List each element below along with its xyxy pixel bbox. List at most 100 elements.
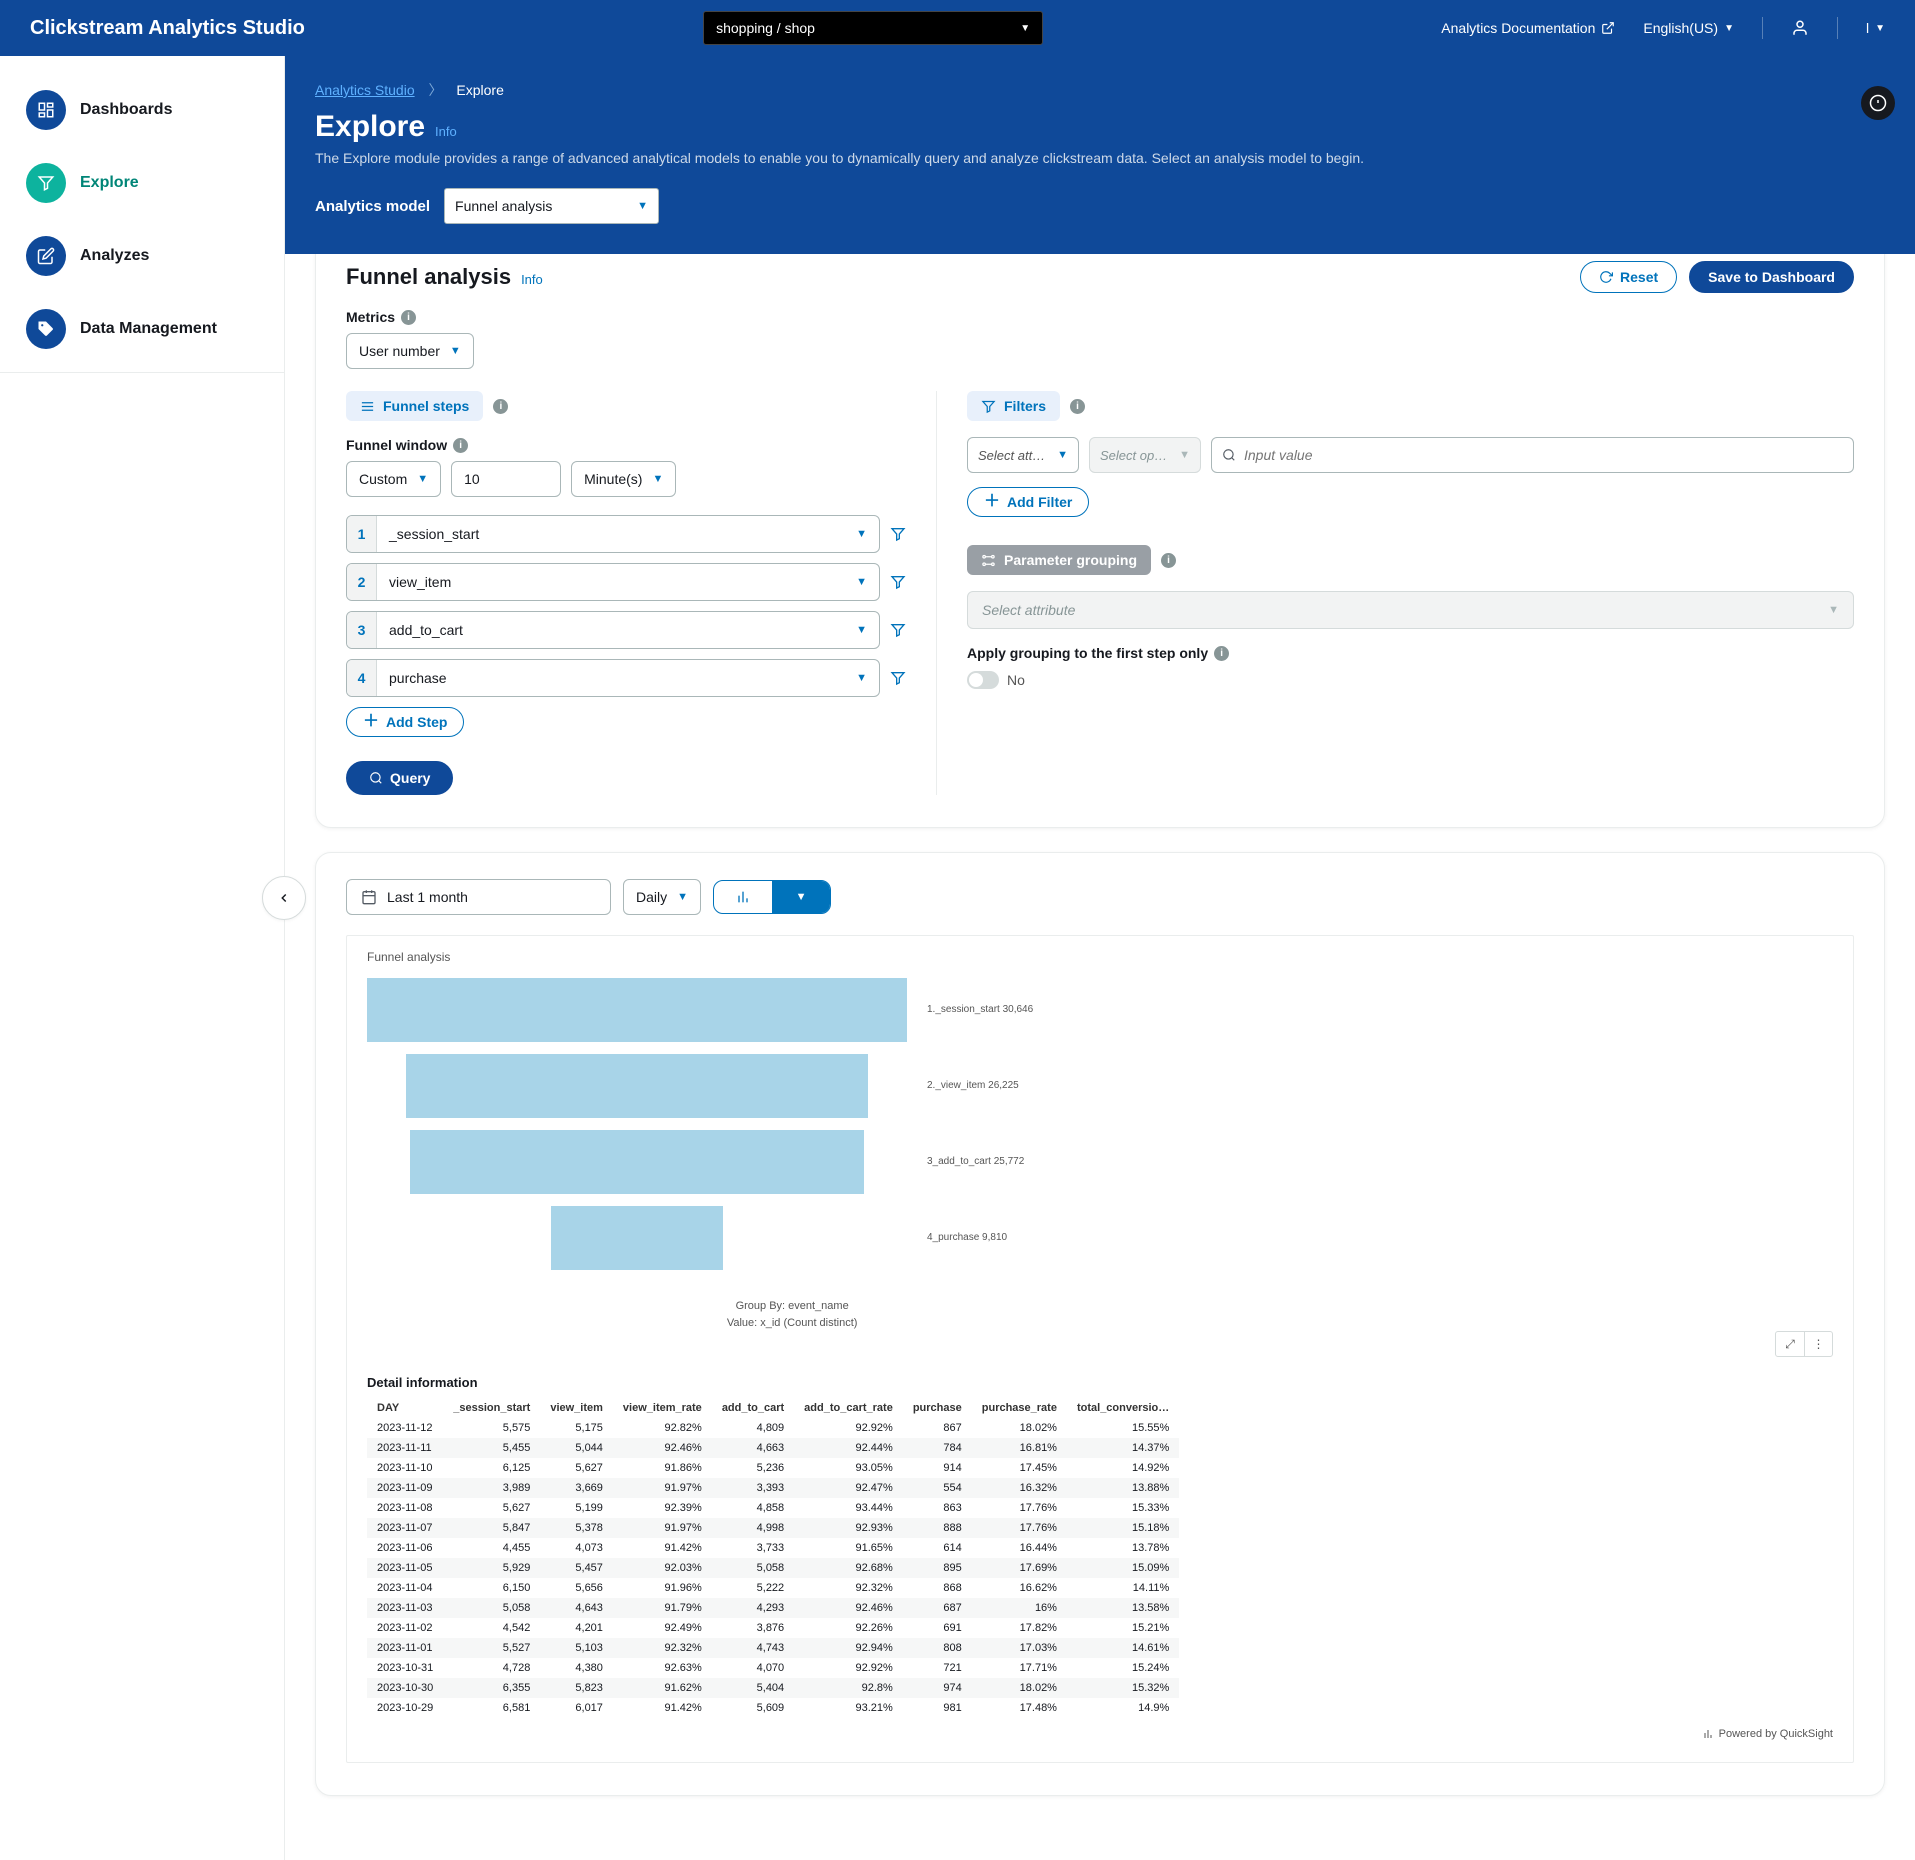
chevron-down-icon: ▼ bbox=[1724, 23, 1734, 34]
sidebar-item-data-management[interactable]: Data Management bbox=[0, 293, 284, 366]
group-first-toggle[interactable]: No bbox=[967, 671, 1854, 689]
funnel-step-select[interactable]: 2 view_item▼ bbox=[346, 563, 880, 601]
sidebar: Dashboards Explore Analyzes Data Managem… bbox=[0, 56, 285, 1860]
table-row: 2023-11-055,9295,45792.03%5,05892.68%895… bbox=[367, 1558, 1179, 1578]
add-filter-button[interactable]: ＋ Add Filter bbox=[967, 487, 1089, 517]
add-step-button[interactable]: ＋ Add Step bbox=[346, 707, 464, 737]
info-icon[interactable]: i bbox=[453, 438, 468, 453]
chevron-down-icon: ▼ bbox=[417, 473, 428, 485]
chart-container: Funnel analysis 1._session_start 30,646 2… bbox=[346, 935, 1854, 1763]
step-number: 3 bbox=[347, 612, 377, 648]
funnel-step-select[interactable]: 1 _session_start▼ bbox=[346, 515, 880, 553]
save-to-dashboard-button[interactable]: Save to Dashboard bbox=[1689, 261, 1854, 293]
table-row: 2023-10-314,7284,38092.63%4,07092.92%721… bbox=[367, 1658, 1179, 1678]
chart-title: Funnel analysis bbox=[367, 950, 1833, 964]
date-range-picker[interactable]: Last 1 month bbox=[346, 879, 611, 915]
step-value: _session_start bbox=[389, 526, 479, 542]
docs-link[interactable]: Analytics Documentation bbox=[1441, 20, 1615, 36]
table-row: 2023-11-125,5755,17592.82%4,80992.92%867… bbox=[367, 1418, 1179, 1438]
filter-icon[interactable] bbox=[890, 526, 906, 542]
analytics-model-select[interactable]: Funnel analysis ▼ bbox=[444, 188, 659, 224]
help-button[interactable] bbox=[1861, 86, 1895, 120]
filter-icon[interactable] bbox=[890, 622, 906, 638]
table-row: 2023-11-093,9893,66991.97%3,39392.47%554… bbox=[367, 1478, 1179, 1498]
topbar: Clickstream Analytics Studio shopping / … bbox=[0, 0, 1915, 56]
project-selector[interactable]: shopping / shop ▼ bbox=[703, 11, 1043, 45]
funnel-step-select[interactable]: 3 add_to_cart▼ bbox=[346, 611, 880, 649]
table-header: add_to_cart_rate bbox=[794, 1398, 903, 1418]
page-header: Analytics Studio 〉 Explore Explore Info … bbox=[285, 56, 1915, 254]
table-row: 2023-10-296,5816,01791.42%5,60993.21%981… bbox=[367, 1698, 1179, 1718]
project-selector-value: shopping / shop bbox=[716, 20, 815, 36]
funnel-steps-chip: Funnel steps bbox=[346, 391, 483, 421]
breadcrumb-current: Explore bbox=[456, 82, 503, 98]
user-icon[interactable] bbox=[1791, 19, 1809, 37]
detail-table: DAY_session_startview_itemview_item_rate… bbox=[367, 1398, 1179, 1718]
chart-menu-button[interactable]: ⋮ bbox=[1804, 1332, 1832, 1356]
chart-type-dropdown[interactable]: ▼ bbox=[772, 881, 830, 913]
funnel-step-row: 3 add_to_cart▼ bbox=[346, 611, 906, 649]
table-header: purchase_rate bbox=[972, 1398, 1067, 1418]
step-number: 2 bbox=[347, 564, 377, 600]
info-icon[interactable]: i bbox=[493, 399, 508, 414]
parameter-grouping-chip: Parameter grouping bbox=[967, 545, 1151, 575]
funnel-bar bbox=[367, 978, 907, 1042]
funnel-bar bbox=[551, 1206, 724, 1270]
parameter-attribute-select[interactable]: Select attribute ▼ bbox=[967, 591, 1854, 629]
info-icon[interactable]: i bbox=[401, 310, 416, 325]
funnel-bar bbox=[410, 1130, 864, 1194]
language-selector[interactable]: English(US) ▼ bbox=[1643, 20, 1734, 36]
chart-type-bar[interactable] bbox=[714, 881, 772, 913]
funnel-bar bbox=[406, 1054, 868, 1118]
step-value: view_item bbox=[389, 574, 451, 590]
table-row: 2023-10-306,3555,82391.62%5,40492.8%9741… bbox=[367, 1678, 1179, 1698]
metrics-select[interactable]: User number ▼ bbox=[346, 333, 474, 369]
granularity-select[interactable]: Daily ▼ bbox=[623, 879, 701, 915]
collapse-sidebar-button[interactable] bbox=[262, 876, 306, 920]
filter-value-input[interactable] bbox=[1211, 437, 1854, 473]
query-button[interactable]: Query bbox=[346, 761, 453, 795]
window-value-input[interactable]: 10 bbox=[451, 461, 561, 497]
funnel-bar-label: 1._session_start 30,646 bbox=[927, 1004, 1033, 1015]
expand-button[interactable]: ⤢ bbox=[1776, 1332, 1804, 1356]
sidebar-item-explore[interactable]: Explore bbox=[0, 147, 284, 220]
filter-icon[interactable] bbox=[890, 670, 906, 686]
funnel-bar-label: 2._view_item 26,225 bbox=[927, 1080, 1019, 1091]
step-number: 4 bbox=[347, 660, 377, 696]
filter-icon[interactable] bbox=[890, 574, 906, 590]
info-link[interactable]: Info bbox=[521, 272, 543, 287]
funnel-step-select[interactable]: 4 purchase▼ bbox=[346, 659, 880, 697]
chevron-down-icon: ▼ bbox=[637, 200, 648, 212]
reset-button[interactable]: Reset bbox=[1580, 261, 1677, 293]
info-icon[interactable]: i bbox=[1070, 399, 1085, 414]
breadcrumb-root[interactable]: Analytics Studio bbox=[315, 82, 415, 98]
breadcrumb: Analytics Studio 〉 Explore bbox=[315, 80, 1885, 100]
table-header: view_item_rate bbox=[613, 1398, 712, 1418]
table-row: 2023-11-035,0584,64391.79%4,29392.46%687… bbox=[367, 1598, 1179, 1618]
page-title: Explore Info bbox=[315, 110, 1885, 144]
filter-attribute-select[interactable]: Select att… ▼ bbox=[967, 437, 1079, 473]
user-menu[interactable]: l ▼ bbox=[1866, 20, 1885, 36]
info-icon[interactable]: i bbox=[1161, 553, 1176, 568]
window-mode-select[interactable]: Custom ▼ bbox=[346, 461, 441, 497]
filters-chip: Filters bbox=[967, 391, 1060, 421]
chart-widget-controls: ⤢ ⋮ bbox=[1775, 1331, 1833, 1357]
main-content: Analytics Studio 〉 Explore Explore Info … bbox=[285, 56, 1915, 1860]
divider bbox=[1837, 17, 1838, 39]
dashboard-icon bbox=[26, 90, 66, 130]
funnel-window-label: Funnel window i bbox=[346, 437, 906, 453]
table-header: view_item bbox=[540, 1398, 613, 1418]
window-unit-select[interactable]: Minute(s) ▼ bbox=[571, 461, 676, 497]
step-value: purchase bbox=[389, 670, 447, 686]
sidebar-item-label: Data Management bbox=[80, 320, 217, 338]
chevron-down-icon: ▼ bbox=[652, 473, 663, 485]
funnel-bar-label: 3_add_to_cart 25,772 bbox=[927, 1156, 1024, 1167]
chevron-down-icon: ▼ bbox=[450, 345, 461, 357]
info-link[interactable]: Info bbox=[435, 124, 457, 139]
table-row: 2023-11-085,6275,19992.39%4,85893.44%863… bbox=[367, 1498, 1179, 1518]
info-icon[interactable]: i bbox=[1214, 646, 1229, 661]
sidebar-item-dashboards[interactable]: Dashboards bbox=[0, 74, 284, 147]
sidebar-item-analyzes[interactable]: Analyzes bbox=[0, 220, 284, 293]
chevron-down-icon: ▼ bbox=[1057, 449, 1068, 461]
table-header: total_conversio… bbox=[1067, 1398, 1179, 1418]
